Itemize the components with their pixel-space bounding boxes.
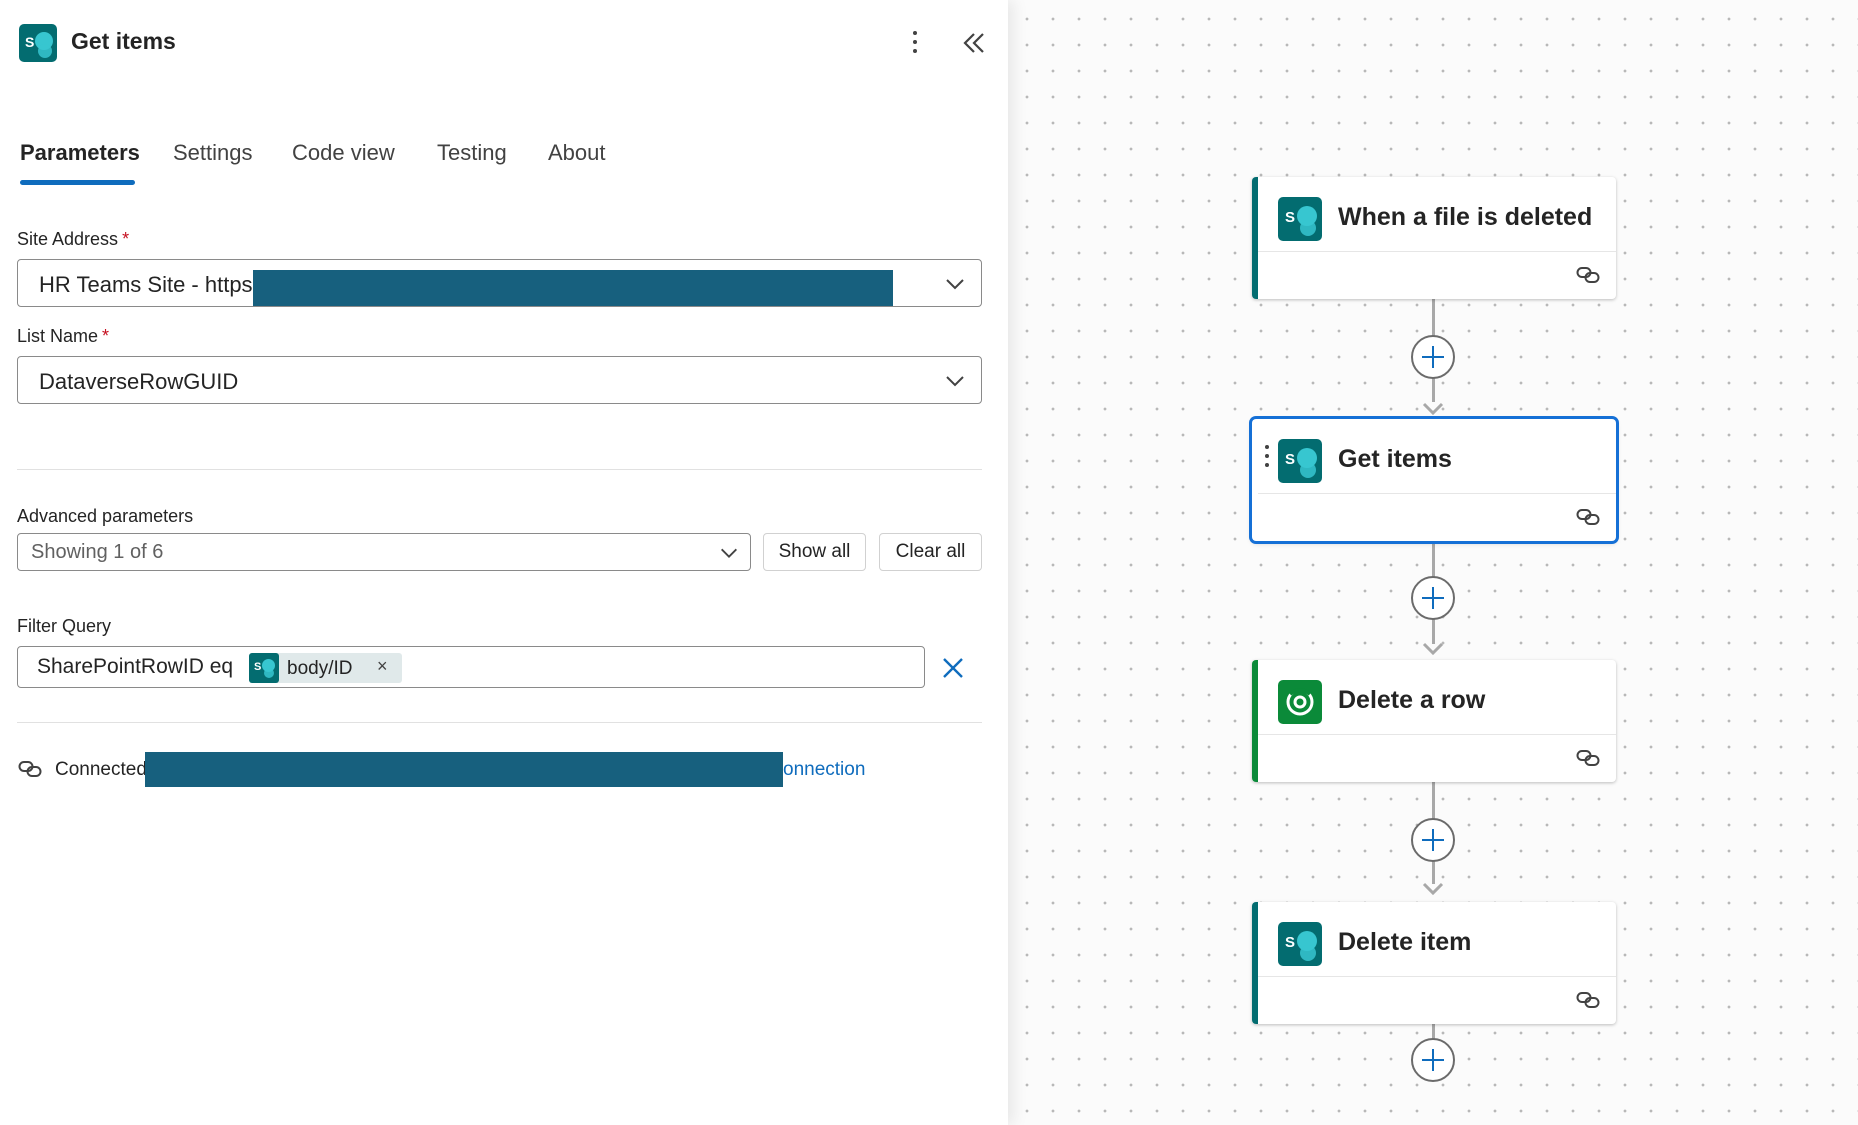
sharepoint-icon: S (1278, 197, 1322, 241)
show-all-button[interactable]: Show all (763, 533, 866, 571)
link-icon (1576, 992, 1600, 1008)
section-divider (17, 722, 982, 723)
flow-step-card[interactable]: Delete a row (1252, 660, 1616, 782)
token-label: body/ID (287, 658, 353, 679)
flow-step-card[interactable]: S Delete item (1252, 902, 1616, 1024)
step-title: When a file is deleted (1338, 203, 1593, 231)
connection-label: Connected (55, 759, 147, 780)
panel-title: Get items (71, 28, 176, 54)
flow-step-card-selected[interactable]: S Get items (1252, 419, 1616, 541)
card-separator (1258, 493, 1616, 494)
step-title: Get items (1338, 445, 1452, 473)
chevron-down-icon (946, 279, 964, 290)
sharepoint-icon: S (1278, 439, 1322, 483)
insert-step-button[interactable] (1411, 1038, 1455, 1082)
sharepoint-icon: S (1278, 922, 1322, 966)
arrow-down-icon (1422, 642, 1444, 656)
arrow-down-icon (1422, 882, 1444, 896)
advanced-parameters-value: Showing 1 of 6 (31, 541, 164, 563)
tab-code-view[interactable]: Code view (292, 140, 395, 166)
arrow-down-icon (1422, 402, 1444, 416)
section-divider (17, 469, 982, 470)
tab-settings[interactable]: Settings (173, 140, 253, 166)
drag-handle-icon[interactable] (1264, 445, 1270, 471)
sharepoint-icon: S (19, 24, 57, 62)
chevron-down-icon (946, 376, 964, 387)
clear-all-button[interactable]: Clear all (879, 533, 982, 571)
filter-query-label: Filter Query (17, 616, 112, 636)
advanced-parameters-dropdown[interactable]: Showing 1 of 6 (17, 533, 751, 571)
remove-token-button[interactable]: × (377, 656, 388, 677)
redaction-block (145, 752, 783, 787)
advanced-parameters-label: Advanced parameters (17, 506, 194, 526)
list-name-value: DataverseRowGUID (39, 369, 239, 394)
link-icon (18, 761, 42, 777)
step-accent (1252, 660, 1258, 782)
more-options-button[interactable] (900, 26, 930, 60)
card-separator (1258, 976, 1616, 977)
card-separator (1258, 251, 1616, 252)
tab-testing[interactable]: Testing (437, 140, 507, 166)
insert-step-button[interactable] (1411, 576, 1455, 620)
step-title: Delete a row (1338, 686, 1486, 714)
close-icon[interactable] (940, 655, 966, 681)
double-chevron-left-icon (963, 33, 984, 53)
flow-step-card[interactable]: S When a file is deleted (1252, 177, 1616, 299)
action-details-panel: S Get items Parameters Settings Code vie… (0, 0, 1008, 1125)
redaction-block (253, 270, 893, 306)
link-icon (1576, 509, 1600, 525)
dataverse-icon (1278, 680, 1322, 724)
link-icon (1576, 267, 1600, 283)
step-accent (1252, 902, 1258, 1024)
list-name-label: List Name * (17, 326, 110, 346)
filter-query-text: SharePointRowID eq (37, 655, 234, 678)
tab-parameters[interactable]: Parameters (20, 140, 140, 166)
site-address-value: HR Teams Site - https (39, 272, 253, 297)
chevron-down-icon (721, 548, 737, 558)
link-icon (1576, 750, 1600, 766)
filter-query-input[interactable]: SharePointRowID eq S body/ID × (17, 646, 925, 688)
tab-about[interactable]: About (548, 140, 606, 166)
sharepoint-icon: S (249, 653, 279, 683)
insert-step-button[interactable] (1411, 818, 1455, 862)
active-tab-indicator (20, 180, 135, 185)
dynamic-content-token[interactable]: S body/ID × (249, 653, 402, 683)
insert-step-button[interactable] (1411, 335, 1455, 379)
collapse-panel-button[interactable] (958, 26, 990, 60)
step-title: Delete item (1338, 928, 1472, 956)
change-connection-link[interactable]: onnection (783, 759, 865, 781)
card-separator (1258, 734, 1616, 735)
site-address-label: Site Address * (17, 229, 130, 249)
step-accent (1252, 177, 1258, 299)
list-name-dropdown[interactable]: DataverseRowGUID (17, 356, 982, 404)
